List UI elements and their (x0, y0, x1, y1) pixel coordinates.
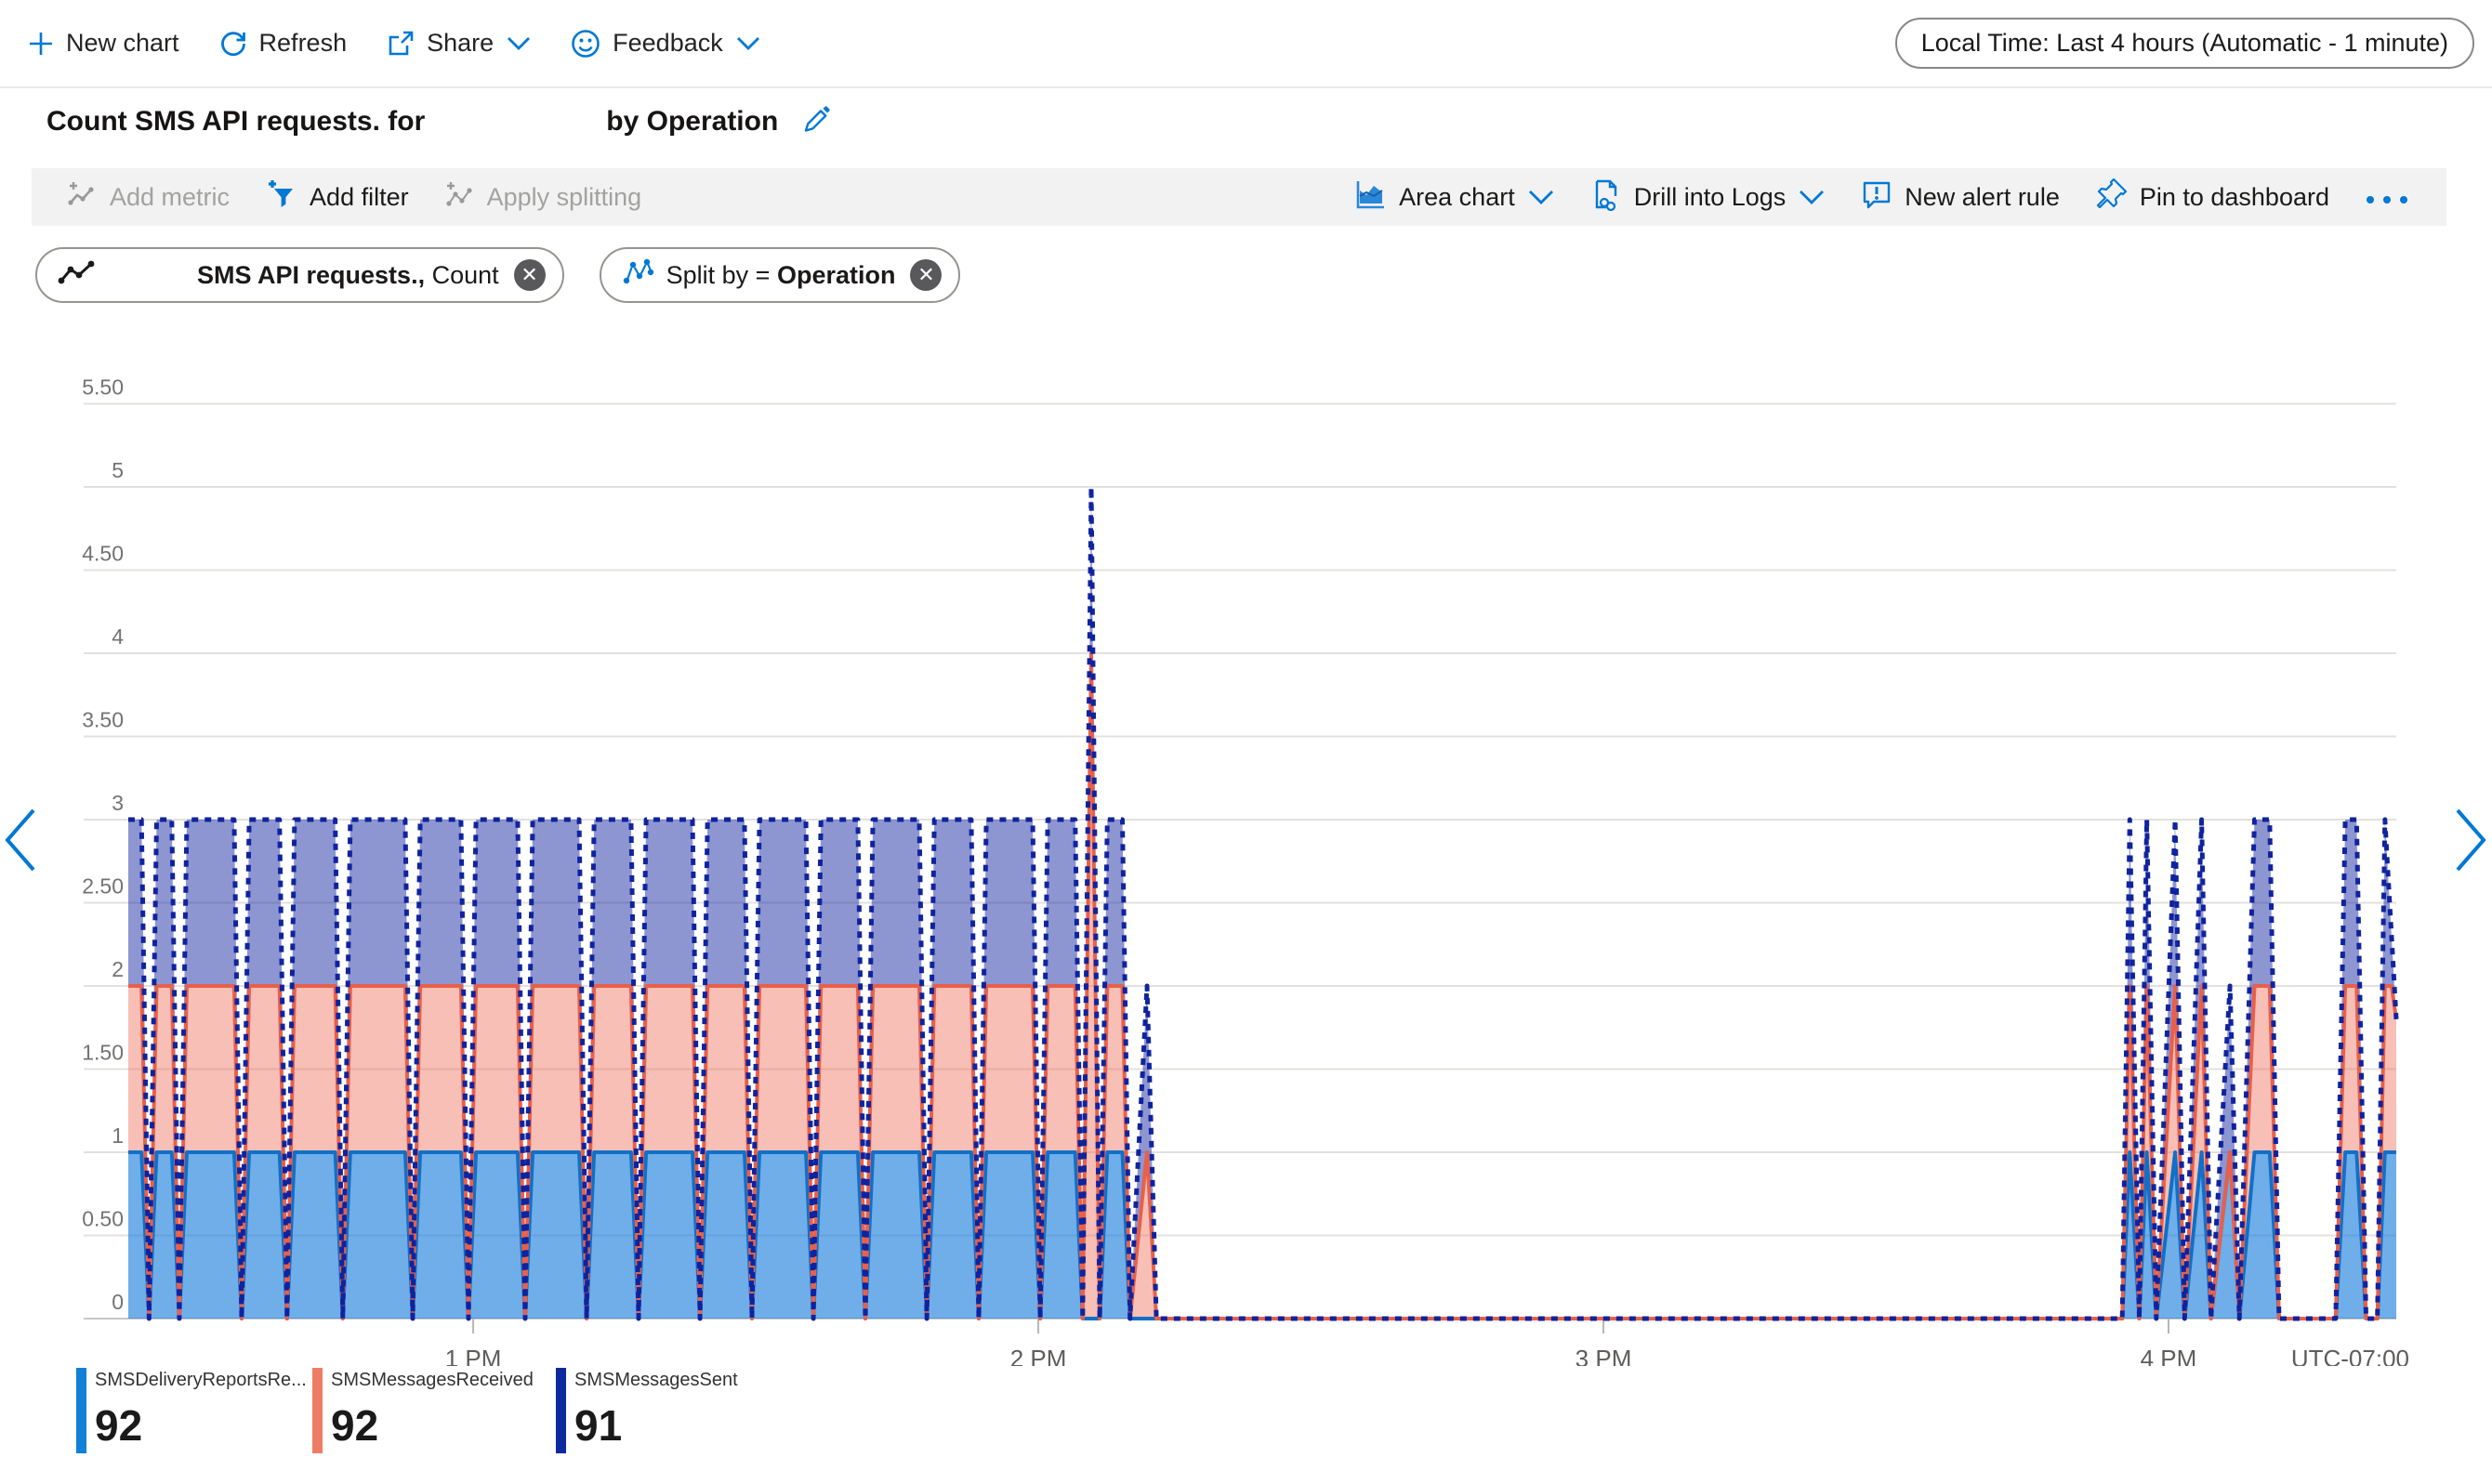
apply-splitting-button[interactable]: Apply splitting (433, 173, 653, 222)
redacted-resource-name (434, 117, 597, 126)
drill-into-logs-dropdown[interactable]: Drill into Logs (1578, 172, 1837, 223)
metrics-explorer: New chart Refresh Share (0, 0, 2492, 1484)
remove-split-button[interactable]: ✕ (910, 259, 942, 291)
drill-into-logs-icon (1589, 177, 1623, 217)
share-icon (386, 29, 415, 59)
add-metric-label: Add metric (110, 183, 230, 212)
scroll-right-button[interactable] (2452, 807, 2489, 876)
y-axis-label: 0.50 (82, 1207, 124, 1231)
chart-toolbar-left: Add metric Add filter Apply splitting (56, 172, 653, 223)
chevron-left-icon (2, 862, 39, 876)
chevron-down-icon (1799, 183, 1825, 212)
scroll-left-button[interactable] (2, 807, 39, 876)
edit-title-button[interactable] (800, 104, 832, 138)
y-axis-label: 4 (112, 624, 124, 649)
y-axis-label: 5.50 (82, 375, 124, 400)
legend-swatch (76, 1368, 86, 1453)
legend-swatch (556, 1368, 566, 1453)
y-axis-label: 5 (112, 458, 124, 482)
split-pill-value: Operation (777, 261, 896, 290)
metric-pill-aggregation: Count (425, 261, 499, 290)
new-chart-button[interactable]: New chart (14, 21, 192, 65)
add-filter-label: Add filter (310, 183, 409, 212)
split-icon (622, 257, 655, 294)
y-axis-label: 0 (112, 1290, 124, 1314)
legend-item[interactable]: SMSDeliveryReportsRe... 92 (76, 1368, 286, 1453)
y-axis-label: 3.50 (82, 708, 124, 732)
pin-to-dashboard-label: Pin to dashboard (2140, 183, 2329, 212)
chart-area: 5.50 5 4.50 4 3.50 3 2.50 2 1.50 1 0.50 0 1 PM 2 PM 3 … (0, 353, 2492, 1366)
top-command-group: New chart Refresh Share (14, 20, 773, 67)
pencil-icon (800, 125, 832, 138)
feedback-button[interactable]: Feedback (557, 20, 773, 67)
ellipsis-icon (2365, 181, 2409, 213)
legend-series-value: 92 (331, 1404, 534, 1447)
apply-splitting-label: Apply splitting (487, 183, 642, 212)
new-alert-rule-label: New alert rule (1905, 183, 2060, 212)
refresh-icon (218, 29, 248, 59)
refresh-label: Refresh (259, 29, 348, 58)
top-command-bar: New chart Refresh Share (0, 0, 2492, 88)
chart-type-dropdown[interactable]: Area chart (1343, 172, 1565, 223)
y-axis-label: 3 (112, 791, 124, 815)
metric-pill[interactable]: SMS API requests., Count ✕ (35, 247, 564, 303)
add-filter-icon (265, 177, 298, 217)
legend-item[interactable]: SMSMessagesSent 91 (556, 1368, 738, 1453)
x-axis-label: 1 PM (445, 1345, 502, 1366)
pin-to-dashboard-button[interactable]: Pin to dashboard (2084, 172, 2340, 223)
chart-title-prefix: Count SMS API requests. for (46, 106, 425, 138)
chart-type-label: Area chart (1399, 183, 1515, 212)
chart-legend: SMSDeliveryReportsRe... 92 SMSMessagesRe… (76, 1368, 764, 1453)
remove-metric-button[interactable]: ✕ (514, 259, 546, 291)
timezone-label: UTC-07:00 (2291, 1345, 2409, 1366)
legend-series-value: 92 (95, 1404, 307, 1447)
x-axis-label: 4 PM (2141, 1345, 2197, 1366)
y-axis-label: 1 (112, 1123, 124, 1148)
x-axis-label: 3 PM (1576, 1345, 1632, 1366)
legend-series-name: SMSMessagesReceived (331, 1370, 534, 1391)
share-label: Share (427, 29, 494, 58)
add-metric-button[interactable]: Add metric (56, 173, 241, 222)
add-metric-icon (67, 178, 99, 217)
y-axis-label: 1.50 (82, 1041, 124, 1065)
feedback-label: Feedback (613, 29, 723, 58)
pin-icon (2095, 177, 2129, 217)
chart-toolbar: Add metric Add filter Apply splitting (32, 168, 2446, 226)
new-chart-label: New chart (66, 29, 179, 58)
legend-series-name: SMSDeliveryReportsRe... (95, 1370, 307, 1391)
plus-icon (27, 30, 55, 58)
chart-toolbar-right: Area chart Drill into Logs New alert rul (1343, 172, 2420, 223)
chart-title-suffix: by Operation (606, 106, 778, 138)
x-axis-label: 2 PM (1010, 1345, 1067, 1366)
chevron-down-icon (1528, 183, 1554, 212)
legend-series-value: 91 (574, 1404, 738, 1447)
chevron-right-icon (2452, 862, 2489, 876)
apply-splitting-icon (444, 178, 476, 217)
metrics-chart: 5.50 5 4.50 4 3.50 3 2.50 2 1.50 1 0.50 0 1 PM 2 PM 3 … (0, 353, 2492, 1366)
alert-bubble-icon (1860, 177, 1893, 217)
split-pill-label: Split by = (666, 261, 777, 290)
split-pill[interactable]: Split by = Operation ✕ (600, 247, 961, 303)
chevron-down-icon (507, 36, 531, 51)
legend-item[interactable]: SMSMessagesReceived 92 (312, 1368, 530, 1453)
drill-into-logs-label: Drill into Logs (1634, 183, 1787, 212)
pill-row: SMS API requests., Count ✕ Split by = Op… (35, 247, 960, 303)
more-commands-button[interactable] (2354, 176, 2420, 218)
y-axis-label: 4.50 (82, 542, 124, 566)
refresh-button[interactable]: Refresh (205, 21, 361, 66)
smiley-icon (570, 28, 601, 59)
legend-series-name: SMSMessagesSent (574, 1370, 738, 1391)
new-alert-rule-button[interactable]: New alert rule (1849, 172, 2071, 223)
add-filter-button[interactable]: Add filter (254, 172, 420, 223)
chart-title-row: Count SMS API requests. for by Operation (46, 104, 832, 138)
metric-line-icon (58, 258, 97, 293)
y-axis-label: 2.50 (82, 874, 124, 899)
chevron-down-icon (736, 36, 760, 51)
y-axis-label: 2 (112, 957, 124, 981)
area-chart-icon (1354, 177, 1388, 217)
legend-swatch (312, 1368, 323, 1453)
share-button[interactable]: Share (373, 21, 544, 66)
metric-pill-name: SMS API requests., (197, 261, 425, 290)
time-range-picker[interactable]: Local Time: Last 4 hours (Automatic - 1 … (1895, 18, 2474, 69)
